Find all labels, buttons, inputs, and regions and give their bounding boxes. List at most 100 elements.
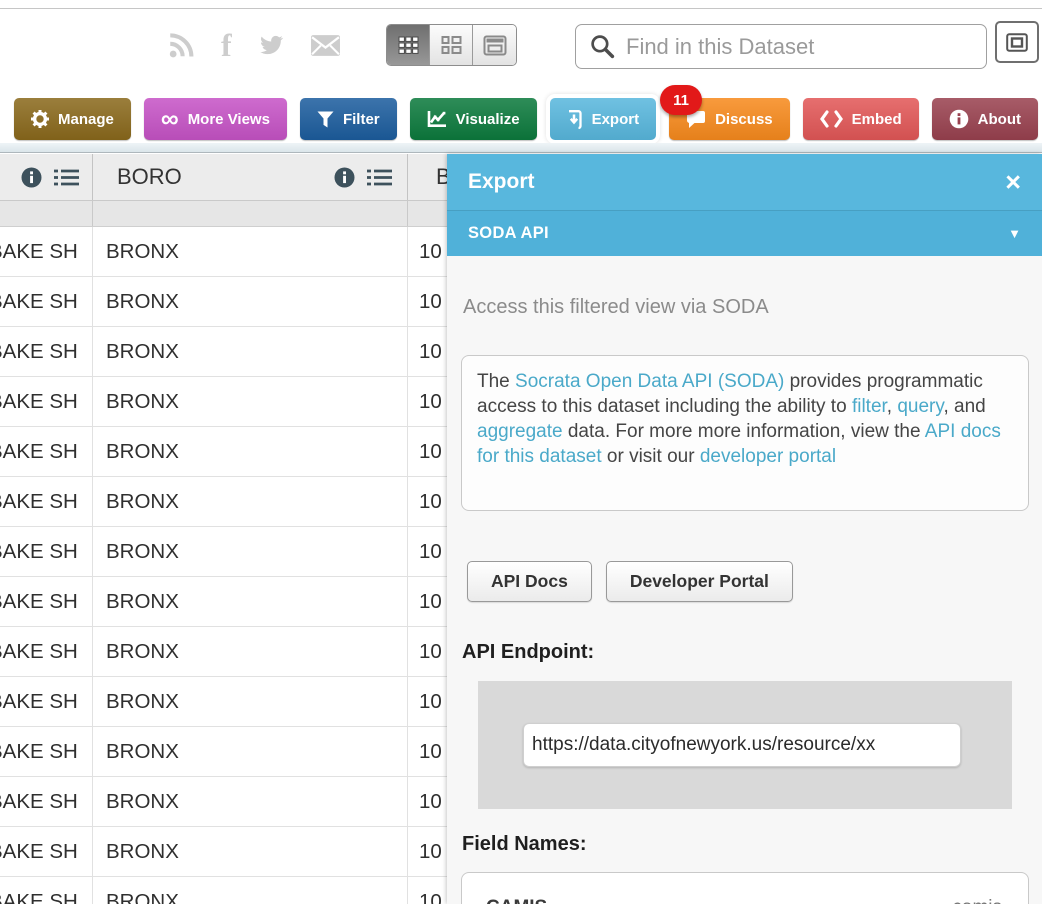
table-cell-boro[interactable]: BRONX: [93, 227, 408, 276]
api-endpoint-box: [478, 681, 1012, 809]
table-cell-dba[interactable]: BAKE SH: [0, 327, 93, 376]
paragraph-text: , and: [943, 396, 985, 417]
filter-button[interactable]: Filter: [300, 98, 397, 140]
visualize-label: Visualize: [456, 111, 520, 128]
more-views-button[interactable]: ∞ More Views: [144, 98, 287, 140]
export-document-icon: [567, 110, 583, 129]
export-button[interactable]: Export: [550, 98, 657, 140]
export-label: Export: [592, 111, 640, 128]
access-subtitle: Access this filtered view via SODA: [463, 296, 1029, 319]
page-view-toggle[interactable]: [473, 25, 516, 65]
close-icon[interactable]: ×: [1005, 169, 1021, 196]
field-names-box: CAMIS camis: [461, 872, 1029, 904]
table-cell-boro[interactable]: BRONX: [93, 427, 408, 476]
export-panel-header: Export ×: [447, 154, 1042, 210]
table-cell-boro[interactable]: BRONX: [93, 327, 408, 376]
discuss-count-badge: 11: [660, 85, 702, 115]
export-panel-title: Export: [468, 170, 535, 194]
table-cell-boro[interactable]: BRONX: [93, 627, 408, 676]
line-chart-icon: [427, 110, 447, 128]
table-cell-boro[interactable]: BRONX: [93, 277, 408, 326]
view-toggle-group: [386, 24, 517, 66]
paragraph-text: ,: [887, 396, 898, 417]
about-label: About: [978, 111, 1021, 128]
table-cell-dba[interactable]: BAKE SH: [0, 877, 93, 904]
developer-portal-button[interactable]: Developer Portal: [606, 561, 793, 602]
share-icons: f: [168, 22, 341, 68]
dataset-toolbar: Manage ∞ More Views Filter: [0, 90, 1042, 143]
table-cell-boro[interactable]: BRONX: [93, 777, 408, 826]
dataset-page: f: [0, 0, 1042, 904]
search-icon: [589, 33, 616, 60]
top-divider: [0, 8, 1042, 9]
column-header-partial[interactable]: [0, 154, 93, 200]
inline-link[interactable]: Socrata Open Data API (SODA): [515, 371, 784, 392]
table-cell-dba[interactable]: BAKE SH: [0, 227, 93, 276]
binoculars-icon: ∞: [161, 112, 179, 126]
facebook-icon[interactable]: f: [221, 29, 232, 61]
table-cell-dba[interactable]: BAKE SH: [0, 577, 93, 626]
soda-info-box: The Socrata Open Data API (SODA) provide…: [461, 355, 1029, 511]
table-cell-boro[interactable]: BRONX: [93, 727, 408, 776]
inline-link[interactable]: query: [897, 396, 943, 417]
search-input[interactable]: [626, 34, 986, 60]
table-cell-boro[interactable]: BRONX: [93, 577, 408, 626]
field-display-name: CAMIS: [486, 897, 547, 904]
field-names-heading: Field Names:: [462, 833, 1029, 856]
field-api-name: camis: [952, 897, 1002, 904]
table-cell-dba[interactable]: BAKE SH: [0, 727, 93, 776]
paragraph-text: The: [477, 371, 515, 392]
table-cell-boro[interactable]: BRONX: [93, 677, 408, 726]
soda-paragraph: The Socrata Open Data API (SODA) provide…: [477, 371, 1001, 467]
filter-label: Filter: [343, 111, 380, 128]
table-cell-dba[interactable]: BAKE SH: [0, 827, 93, 876]
table-cell-dba[interactable]: BAKE SH: [0, 627, 93, 676]
export-panel-body: Access this filtered view via SODA The S…: [447, 256, 1042, 904]
table-cell-dba[interactable]: BAKE SH: [0, 427, 93, 476]
manage-label: Manage: [58, 111, 114, 128]
table-cell-boro[interactable]: BRONX: [93, 377, 408, 426]
table-cell-dba[interactable]: BAKE SH: [0, 677, 93, 726]
column-header-boro[interactable]: BORO: [93, 154, 408, 200]
table-cell-dba[interactable]: BAKE SH: [0, 277, 93, 326]
table-cell-dba[interactable]: BAKE SH: [0, 377, 93, 426]
twitter-icon[interactable]: [258, 35, 284, 56]
column-info-icon[interactable]: [334, 167, 355, 188]
api-docs-button[interactable]: API Docs: [467, 561, 592, 602]
table-cell-boro[interactable]: BRONX: [93, 477, 408, 526]
table-cell-dba[interactable]: BAKE SH: [0, 477, 93, 526]
embed-button[interactable]: Embed: [803, 98, 919, 140]
discuss-label: Discuss: [715, 111, 773, 128]
inline-link[interactable]: filter: [852, 396, 887, 417]
table-cell-dba[interactable]: BAKE SH: [0, 777, 93, 826]
paragraph-text: or visit our: [602, 446, 700, 467]
fullscreen-button[interactable]: [995, 21, 1039, 63]
export-panel: Export × SODA API ▼ Access this filtered…: [447, 154, 1042, 904]
visualize-button[interactable]: Visualize: [410, 98, 537, 140]
table-cell-dba[interactable]: BAKE SH: [0, 527, 93, 576]
gear-icon: [31, 110, 49, 128]
funnel-icon: [317, 111, 334, 128]
embed-label: Embed: [852, 111, 902, 128]
column-info-icon[interactable]: [21, 167, 42, 188]
more-views-label: More Views: [188, 111, 270, 128]
api-endpoint-heading: API Endpoint:: [462, 641, 1029, 664]
rss-icon[interactable]: [168, 32, 195, 59]
manage-button[interactable]: Manage: [14, 98, 131, 140]
table-cell-boro[interactable]: BRONX: [93, 827, 408, 876]
find-in-dataset-search: [575, 24, 987, 69]
table-cell-boro[interactable]: BRONX: [93, 527, 408, 576]
rich-list-view-toggle[interactable]: [430, 25, 473, 65]
column-menu-icon[interactable]: [366, 168, 393, 187]
column-menu-icon[interactable]: [53, 168, 80, 187]
email-icon[interactable]: [310, 34, 341, 57]
inline-link[interactable]: aggregate: [477, 421, 563, 442]
subheader-cell: [93, 201, 408, 226]
inline-link[interactable]: developer portal: [700, 446, 836, 467]
api-buttons-row: API Docs Developer Portal: [467, 561, 1029, 602]
about-button[interactable]: About: [932, 98, 1038, 140]
grid-view-toggle[interactable]: [387, 25, 430, 65]
api-endpoint-input[interactable]: [523, 723, 961, 767]
table-cell-boro[interactable]: BRONX: [93, 877, 408, 904]
soda-api-section-header[interactable]: SODA API ▼: [447, 210, 1042, 256]
